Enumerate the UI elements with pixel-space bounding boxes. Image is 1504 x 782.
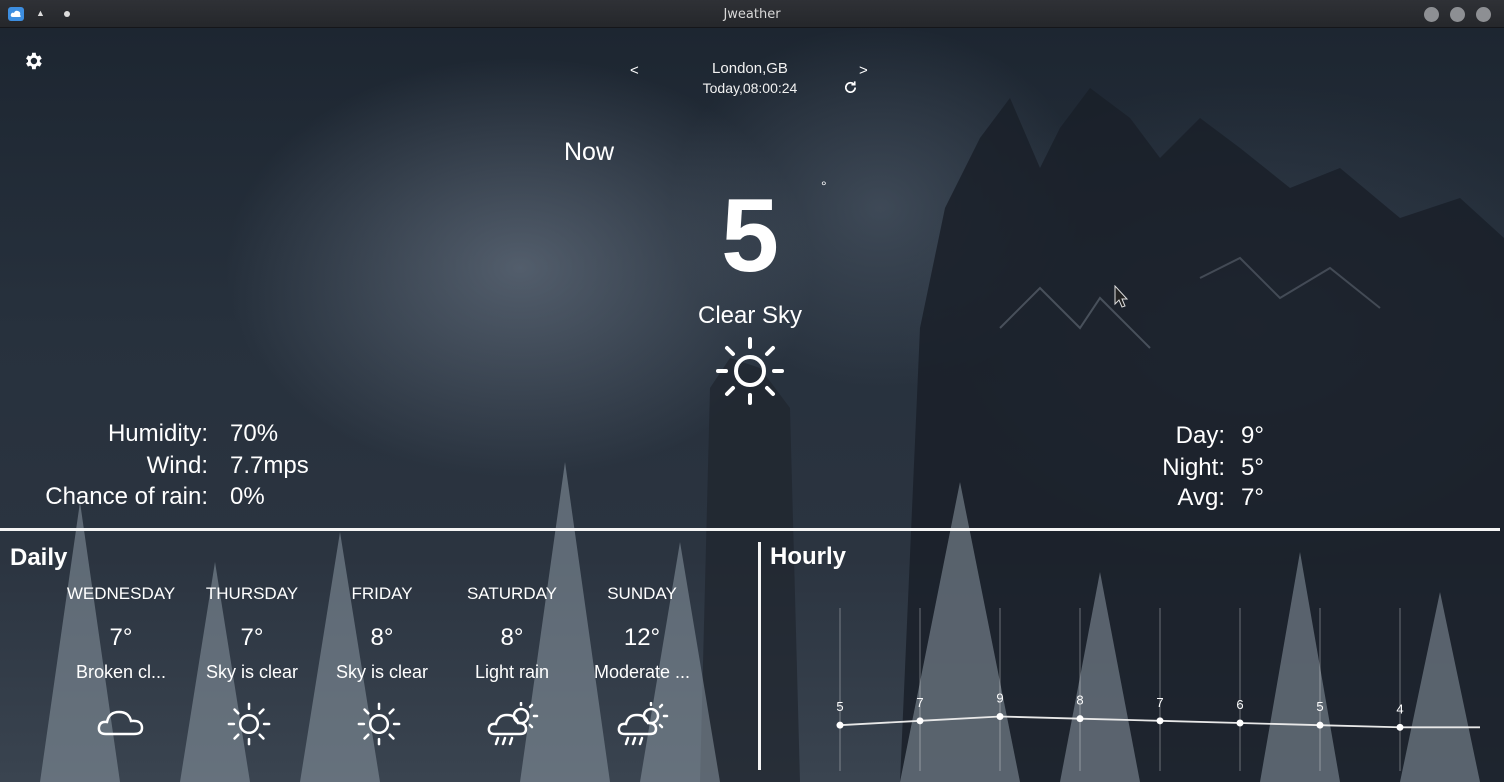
data-point	[1396, 723, 1404, 731]
cloud-icon	[97, 710, 144, 736]
sun-icon	[227, 702, 271, 746]
data-point	[916, 717, 924, 725]
datetime-label: Today,08:00:24	[702, 80, 798, 96]
refresh-icon[interactable]	[843, 80, 858, 95]
degree-symbol: °	[821, 178, 827, 194]
maximize-button[interactable]	[1450, 7, 1465, 22]
data-label: 9	[996, 691, 1003, 706]
night-temp-label: Night:	[1162, 454, 1225, 481]
data-point	[836, 721, 844, 729]
data-label: 7	[1156, 695, 1163, 710]
sun-rain-icon	[487, 702, 539, 746]
day-temperature: 7°	[240, 624, 264, 651]
day-temperature: 12°	[623, 624, 661, 651]
now-label: Now	[564, 138, 615, 166]
sun-rain-icon	[617, 702, 669, 746]
current-temperature: 5	[721, 178, 779, 294]
section-divider	[0, 528, 1500, 531]
rain-chance-value: 0%	[230, 483, 265, 510]
close-button[interactable]	[1476, 7, 1491, 22]
data-point	[1316, 721, 1324, 729]
data-label: 7	[916, 695, 923, 710]
previous-location-button[interactable]: <	[630, 62, 639, 79]
sun-icon	[357, 702, 401, 746]
window-title: Jweather	[723, 7, 781, 22]
data-label: 5	[836, 699, 843, 714]
title-bar: ▲ Jweather	[0, 0, 1504, 28]
day-temperature: 8°	[370, 624, 394, 651]
day-description: Sky is clear	[335, 662, 429, 682]
day-name: SATURDAY	[466, 584, 558, 603]
day-name: THURSDAY	[205, 584, 299, 603]
day-description: Sky is clear	[205, 662, 299, 682]
day-description: Moderate ...	[593, 662, 691, 682]
daily-title: Daily	[10, 544, 68, 571]
data-label: 6	[1236, 697, 1243, 712]
avg-temp-label: Avg:	[1177, 484, 1225, 511]
day-name: FRIDAY	[351, 584, 413, 603]
night-temp-value: 5°	[1241, 454, 1264, 481]
panel-divider	[758, 542, 761, 770]
data-label: 4	[1396, 701, 1403, 716]
wind-label: Wind:	[146, 452, 208, 479]
humidity-label: Humidity:	[107, 420, 208, 447]
wind-value: 7.7mps	[230, 452, 309, 479]
weather-main: < > London,GB Today,08:00:24 Now 5 ° Cle…	[0, 28, 1504, 782]
day-name: SUNDAY	[607, 584, 677, 603]
mouse-cursor	[1114, 285, 1129, 308]
sun-icon	[716, 337, 784, 405]
day-temperature: 7°	[109, 624, 133, 651]
humidity-value: 70%	[230, 420, 279, 447]
data-label: 8	[1076, 693, 1083, 708]
day-temperature: 8°	[500, 624, 524, 651]
day-description: Light rain	[474, 662, 550, 682]
rain-chance-label: Chance of rain:	[45, 483, 208, 510]
next-location-button[interactable]: >	[859, 62, 868, 79]
location-label: London,GB	[712, 60, 788, 77]
avg-temp-value: 7°	[1241, 484, 1264, 511]
gear-icon[interactable]	[22, 50, 44, 72]
minimize-button[interactable]	[1424, 7, 1439, 22]
day-temp-value: 9°	[1241, 422, 1264, 449]
hourly-chart: 56am79am912am815pm718pm621pm50am43am	[831, 608, 1480, 782]
day-temp-label: Day:	[1175, 422, 1225, 449]
current-condition: Clear Sky	[697, 302, 803, 329]
hourly-title: Hourly	[770, 543, 847, 570]
day-name: WEDNESDAY	[66, 584, 176, 603]
data-label: 5	[1316, 699, 1323, 714]
day-description: Broken cl...	[75, 662, 167, 682]
data-point	[1076, 715, 1084, 723]
data-point	[1156, 717, 1164, 725]
data-point	[996, 713, 1004, 720]
data-point	[1236, 719, 1244, 727]
